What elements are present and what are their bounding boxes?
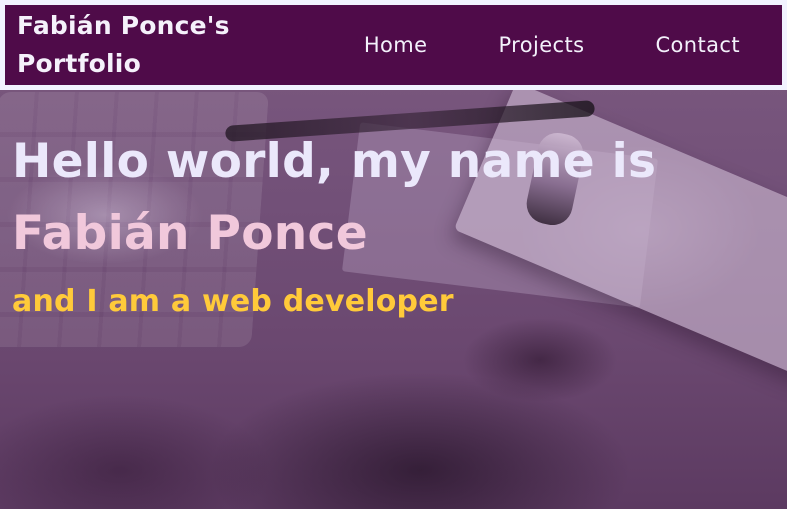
nav-links: Home Projects Contact	[293, 34, 740, 56]
hero-subtitle: and I am a web developer	[12, 284, 454, 319]
site-brand[interactable]: Fabián Ponce's Portfolio	[5, 7, 277, 83]
nav-link-contact[interactable]: Contact	[655, 34, 740, 56]
hero-name: Fabián Ponce	[12, 206, 368, 261]
nav-link-home[interactable]: Home	[364, 34, 428, 56]
portfolio-page: Fabián Ponce's Portfolio Home Projects C…	[0, 0, 787, 509]
top-navbar: Fabián Ponce's Portfolio Home Projects C…	[5, 5, 782, 85]
hero-section: Hello world, my name is Fabián Ponce and…	[12, 132, 656, 323]
top-navbar-frame: Fabián Ponce's Portfolio Home Projects C…	[0, 0, 787, 90]
hero-headline: Hello world, my name is	[12, 134, 657, 189]
nav-link-projects[interactable]: Projects	[498, 34, 584, 56]
